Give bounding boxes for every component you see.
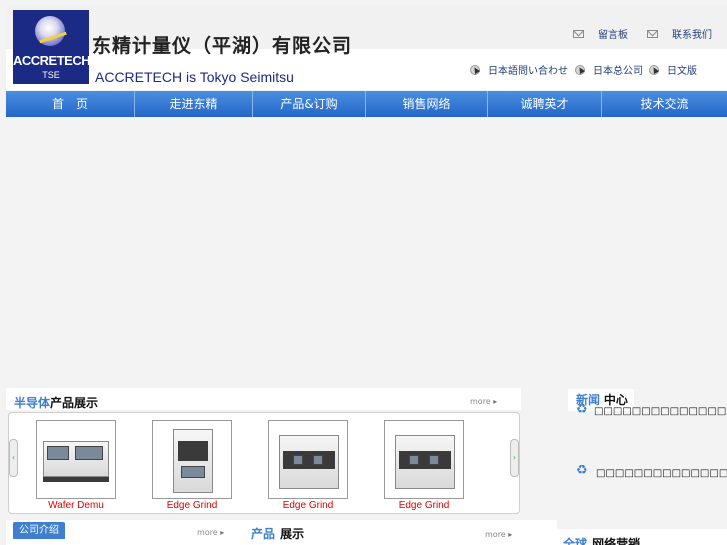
japanese-version-link[interactable]: 日文版 <box>649 62 697 77</box>
product-image <box>268 420 348 499</box>
logo-emblem-icon <box>35 16 65 46</box>
product-image <box>152 420 232 499</box>
japan-hq-label: 日本总公司 <box>593 66 643 77</box>
japanese-inquiry-label: 日本語問い合わせ <box>488 66 568 77</box>
product-card[interactable]: Edge Grind <box>268 420 348 511</box>
cursor-icon <box>575 64 585 75</box>
tab-company-intro[interactable]: 公司介绍 <box>13 522 65 539</box>
cursor-icon <box>649 64 659 75</box>
japanese-version-label: 日文版 <box>667 66 697 77</box>
recycle-icon: ♻ <box>576 402 588 417</box>
company-title: 东精计量仪（平湖）有限公司 <box>92 35 353 57</box>
nav-careers[interactable]: 诚聘英才 <box>488 91 602 117</box>
carousel-prev-button[interactable]: ‹ <box>9 439 18 477</box>
product-name: Wafer Demu <box>48 500 104 511</box>
nav-home[interactable]: 首 页 <box>6 91 135 117</box>
product-card[interactable]: Edge Grind <box>384 420 464 511</box>
accretech-logo[interactable]: ACCRETECH TSE <box>13 10 89 84</box>
products-section-header: 半导体产品展示 more <box>6 388 521 410</box>
guestbook-link[interactable]: 留言板 <box>573 26 628 41</box>
product-name: Edge Grind <box>398 500 450 511</box>
japan-hq-link[interactable]: 日本总公司 <box>575 62 643 77</box>
nav-sales-network[interactable]: 销售网络 <box>366 91 488 117</box>
product-name: Edge Grind <box>166 500 218 511</box>
product-image <box>384 420 464 499</box>
bottom-products-more-link[interactable]: more <box>485 530 512 539</box>
product-name: Edge Grind <box>282 500 334 511</box>
nav-about[interactable]: 走进东精 <box>135 91 253 117</box>
news-item[interactable]: □□□□□□□□□□□□□□□□□□□□□□□□□□□□□□ <box>596 466 727 481</box>
japanese-inquiry-link[interactable]: 日本語問い合わせ <box>470 62 568 77</box>
network-section-title: 全球 网络营销 <box>563 537 641 545</box>
company-more-link[interactable]: more <box>197 528 224 537</box>
bottom-products-title: 产品 展示 <box>251 527 305 541</box>
nav-tech-exchange[interactable]: 技术交流 <box>602 91 727 117</box>
product-carousel: ‹ Wafer Demu Edge Grind Edge Grind Edge … <box>8 412 520 514</box>
recycle-icon: ♻ <box>576 463 588 478</box>
products-section-title: 半导体产品展示 <box>14 396 99 410</box>
mail-icon <box>573 29 584 38</box>
carousel-next-button[interactable]: › <box>510 439 519 477</box>
nav-products[interactable]: 产品&订购 <box>253 91 366 117</box>
product-card[interactable]: Wafer Demu <box>36 420 116 511</box>
product-card[interactable]: Edge Grind <box>152 420 232 511</box>
products-more-link[interactable]: more <box>470 397 497 406</box>
banner-area <box>6 117 727 387</box>
company-slogan: ACCRETECH is Tokyo Seimitsu <box>95 69 294 85</box>
news-item[interactable]: □□□□□□□□□□□□□□□□□□□□□□□□□□□□□□ <box>594 404 727 419</box>
guestbook-label: 留言板 <box>598 30 628 41</box>
header: ACCRETECH TSE 东精计量仪（平湖）有限公司 ACCRETECH is… <box>6 6 727 90</box>
contact-us-label: 联系我们 <box>672 30 712 41</box>
mail-icon <box>647 29 658 38</box>
cursor-icon <box>470 64 480 75</box>
contact-us-link[interactable]: 联系我们 <box>647 26 712 41</box>
logo-name: ACCRETECH <box>13 53 89 68</box>
product-image <box>36 420 116 499</box>
main-nav: 首 页 走进东精 产品&订购 销售网络 诚聘英才 技术交流 <box>6 91 727 117</box>
page: ACCRETECH TSE 东精计量仪（平湖）有限公司 ACCRETECH is… <box>0 0 727 545</box>
logo-sub: TSE <box>42 70 60 80</box>
